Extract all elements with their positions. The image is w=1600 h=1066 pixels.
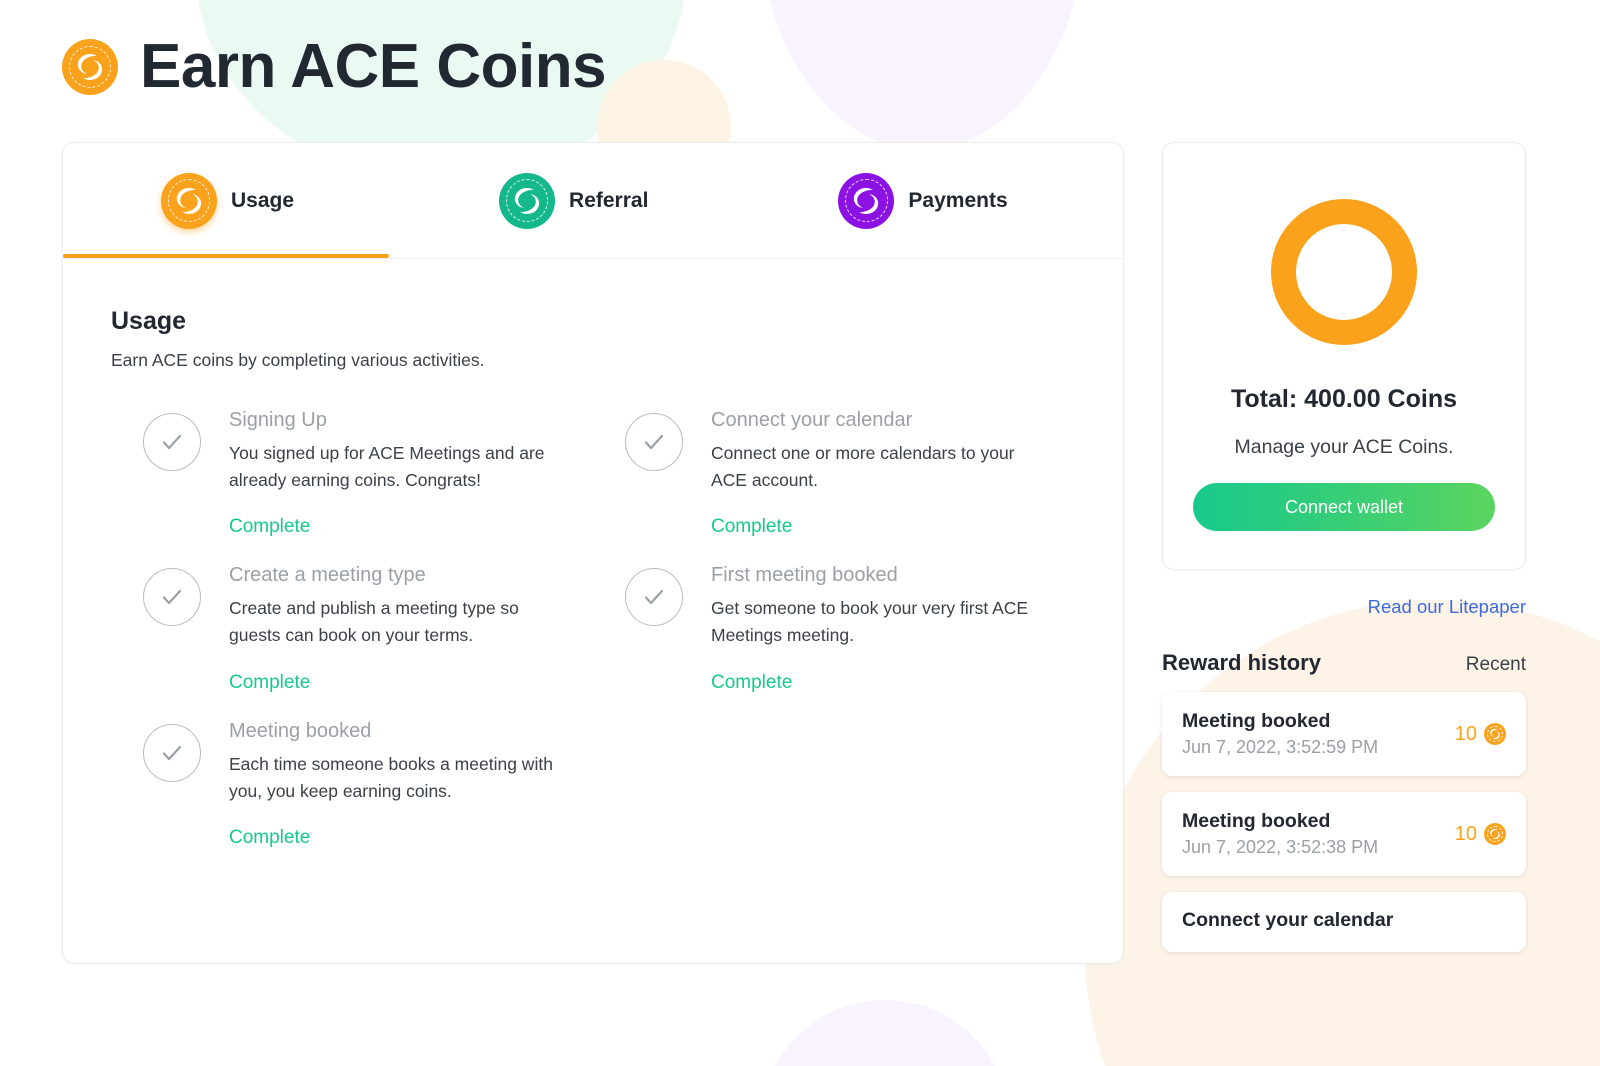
background-blob-purple-bottom bbox=[760, 1000, 1010, 1066]
tab-usage[interactable]: Usage bbox=[161, 143, 294, 258]
task-description: You signed up for ACE Meetings and are a… bbox=[229, 443, 545, 491]
task-item: Create a meeting type Create and publish… bbox=[111, 562, 593, 693]
reward-amount: 10 bbox=[1455, 823, 1506, 846]
task-title: First meeting booked bbox=[711, 564, 898, 587]
sidebar: Total: 400.00 Coins Manage your ACE Coin… bbox=[1162, 142, 1526, 968]
reward-row[interactable]: Meeting booked Jun 7, 2022, 3:52:38 PM 1… bbox=[1162, 792, 1526, 876]
ace-coin-icon bbox=[1484, 723, 1506, 745]
check-circle-icon bbox=[625, 568, 683, 627]
task-status: Complete bbox=[711, 671, 793, 693]
check-circle-icon bbox=[625, 413, 683, 471]
page-header: Earn ACE Coins bbox=[62, 32, 607, 101]
reward-name: Meeting booked bbox=[1182, 710, 1331, 732]
reward-amount-value: 10 bbox=[1454, 722, 1477, 745]
reward-date: Jun 7, 2022, 3:52:38 PM bbox=[1182, 837, 1379, 857]
reward-history-title: Reward history bbox=[1162, 650, 1321, 675]
ace-coin-icon-purple bbox=[838, 172, 895, 229]
task-title: Meeting booked bbox=[229, 719, 372, 742]
tab-referral-label: Referral bbox=[569, 188, 649, 212]
reward-history-filter[interactable]: Recent bbox=[1466, 654, 1526, 676]
panel-body: Usage Earn ACE coins by completing vario… bbox=[63, 259, 1123, 873]
tab-payments[interactable]: Payments bbox=[838, 143, 1008, 258]
tab-referral[interactable]: Referral bbox=[499, 143, 648, 258]
task-item: First meeting booked Get someone to book… bbox=[593, 562, 1075, 693]
reward-amount: 10 bbox=[1455, 723, 1506, 746]
task-item: Signing Up You signed up for ACE Meeting… bbox=[111, 407, 593, 538]
task-status: Complete bbox=[229, 826, 311, 848]
section-title: Usage bbox=[111, 307, 187, 335]
task-status: Complete bbox=[229, 671, 311, 693]
page-root: Earn ACE Coins Usage Referral Payments U… bbox=[0, 0, 1600, 1066]
task-grid: Signing Up You signed up for ACE Meeting… bbox=[111, 407, 1075, 873]
background-blob-purple-top bbox=[757, 0, 1087, 150]
ace-coin-icon bbox=[1484, 823, 1506, 845]
tab-usage-label: Usage bbox=[231, 188, 295, 212]
check-circle-icon bbox=[143, 568, 201, 627]
ace-coin-icon bbox=[62, 39, 118, 95]
task-title: Connect your calendar bbox=[711, 409, 913, 431]
reward-row[interactable]: Connect your calendar bbox=[1162, 892, 1526, 952]
check-circle-icon bbox=[143, 723, 201, 782]
reward-name: Meeting booked bbox=[1182, 810, 1331, 832]
task-description: Get someone to book your very first ACE … bbox=[711, 598, 1029, 646]
wallet-total: Total: 400.00 Coins bbox=[1231, 385, 1457, 413]
tab-bar: Usage Referral Payments bbox=[63, 143, 1123, 259]
section-subtitle: Earn ACE coins by completing various act… bbox=[111, 350, 485, 370]
task-title: Signing Up bbox=[229, 409, 327, 431]
reward-name: Connect your calendar bbox=[1182, 908, 1394, 931]
tab-payments-label: Payments bbox=[908, 188, 1008, 212]
task-description: Create and publish a meeting type so gue… bbox=[229, 598, 519, 646]
task-status: Complete bbox=[229, 516, 311, 538]
check-circle-icon bbox=[143, 413, 201, 471]
active-tab-indicator bbox=[63, 254, 389, 258]
litepaper-link[interactable]: Read our Litepaper bbox=[1162, 596, 1526, 618]
task-status: Complete bbox=[711, 516, 793, 538]
reward-history-header: Reward history Recent bbox=[1162, 650, 1526, 676]
reward-row[interactable]: Meeting booked Jun 7, 2022, 3:52:59 PM 1… bbox=[1162, 692, 1526, 776]
task-item: Meeting booked Each time someone books a… bbox=[111, 718, 593, 849]
coin-balance-donut bbox=[1271, 199, 1417, 345]
wallet-card: Total: 400.00 Coins Manage your ACE Coin… bbox=[1162, 142, 1526, 570]
ace-coin-icon-orange bbox=[161, 172, 217, 229]
reward-amount-value: 10 bbox=[1454, 822, 1477, 845]
ace-coin-icon-teal bbox=[499, 172, 556, 229]
wallet-subtitle: Manage your ACE Coins. bbox=[1234, 436, 1454, 458]
task-title: Create a meeting type bbox=[229, 564, 426, 587]
page-title: Earn ACE Coins bbox=[140, 32, 607, 101]
task-description: Connect one or more calendars to your AC… bbox=[711, 443, 1015, 491]
connect-wallet-button[interactable]: Connect wallet bbox=[1193, 483, 1495, 531]
task-description: Each time someone books a meeting with y… bbox=[229, 753, 553, 801]
task-item: Connect your calendar Connect one or mor… bbox=[593, 407, 1075, 538]
main-panel: Usage Referral Payments Usage Earn ACE c… bbox=[62, 142, 1124, 964]
reward-date: Jun 7, 2022, 3:52:59 PM bbox=[1182, 737, 1379, 757]
